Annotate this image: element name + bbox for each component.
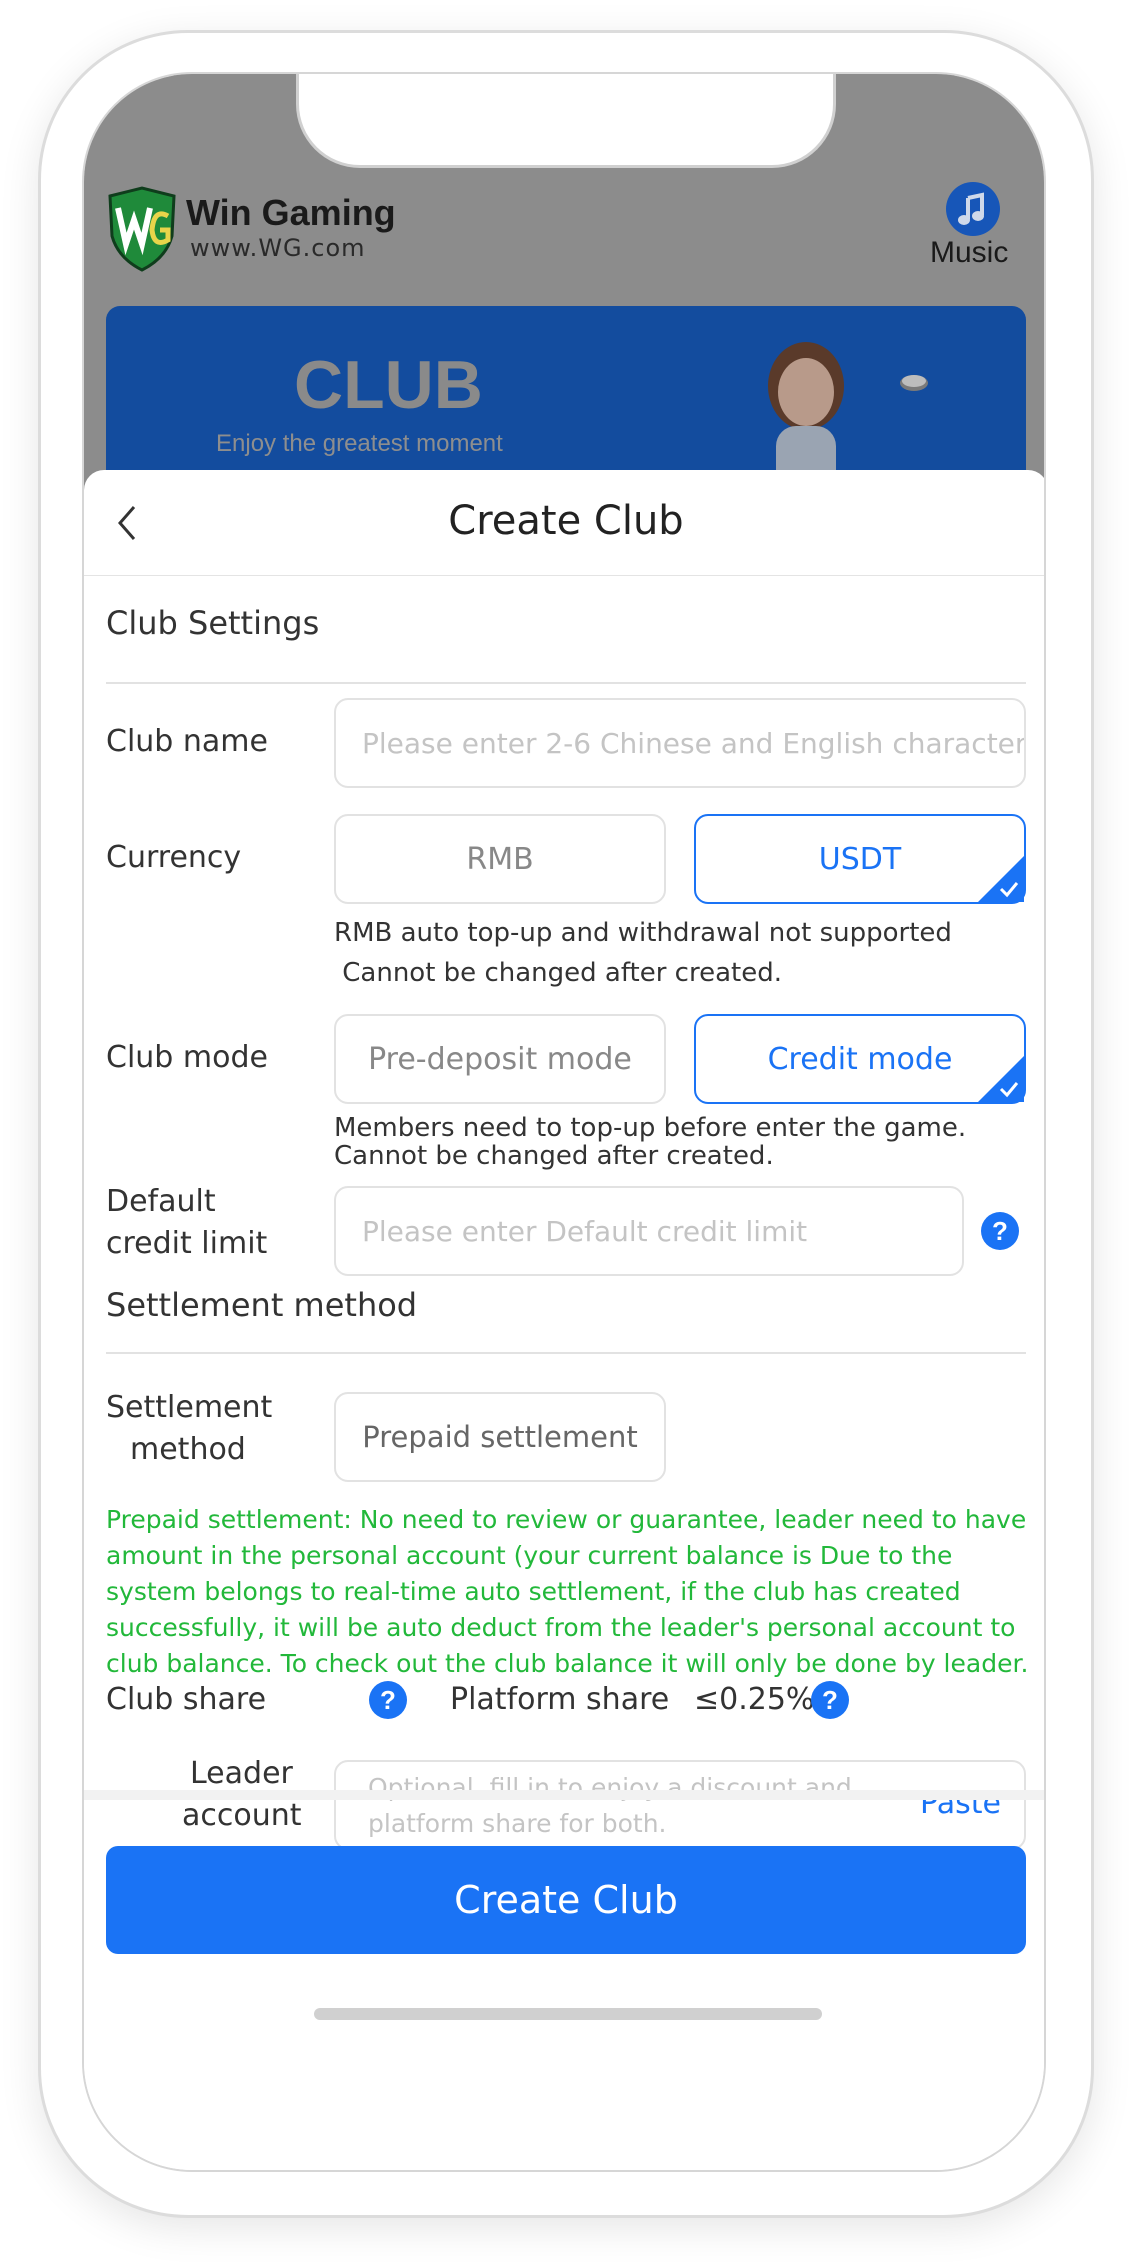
club-mode-option-label: Pre-deposit mode: [368, 1041, 632, 1077]
home-indicator: [314, 2008, 822, 2020]
currency-label: Currency: [106, 840, 242, 875]
currency-option-usdt[interactable]: USDT: [694, 814, 1026, 904]
music-label[interactable]: Music: [930, 236, 1008, 270]
club-mode-label: Club mode: [106, 1040, 268, 1075]
currency-option-label: USDT: [818, 841, 902, 877]
brand-url: www.WG.com: [190, 234, 366, 262]
currency-option-rmb[interactable]: RMB: [334, 814, 666, 904]
platform-share-value: ≤0.25%: [694, 1682, 815, 1717]
brand-name: Win Gaming: [186, 192, 396, 233]
checkmark-icon: [978, 1056, 1024, 1102]
club-mode-option-credit[interactable]: Credit mode: [694, 1014, 1026, 1104]
help-icon[interactable]: ?: [981, 1212, 1019, 1250]
create-club-sheet: Create Club Club Settings Club name Plea…: [84, 470, 1044, 2170]
create-club-button[interactable]: Create Club: [106, 1846, 1026, 1954]
divider: [106, 1352, 1026, 1354]
chip-icon: [900, 375, 928, 391]
phone-notch: [296, 74, 836, 168]
club-share-label: Club share: [106, 1682, 267, 1717]
settlement-label-line2: method: [130, 1432, 246, 1467]
currency-note-line2: Cannot be changed after created.: [334, 958, 782, 988]
settlement-label-line1: Settlement: [106, 1390, 273, 1425]
club-name-label: Club name: [106, 724, 268, 759]
club-mode-note-line2: Cannot be changed after created.: [334, 1141, 774, 1171]
sheet-header: Create Club: [84, 470, 1044, 576]
default-credit-limit-placeholder: Please enter Default credit limit: [362, 1214, 808, 1248]
banner-subtitle: Enjoy the greatest moment: [216, 430, 503, 457]
default-credit-limit-label-line2: credit limit: [106, 1226, 268, 1261]
currency-note-line1: RMB auto top-up and withdrawal not suppo…: [334, 918, 952, 948]
page-title: Create Club: [448, 498, 684, 544]
leader-account-label-line2: account: [182, 1798, 302, 1833]
checkmark-icon: [978, 856, 1024, 902]
divider: [106, 682, 1026, 684]
default-credit-limit-label-line1: Default: [106, 1184, 216, 1219]
settlement-option-label: Prepaid settlement: [362, 1420, 638, 1454]
wg-logo-icon: [108, 186, 176, 272]
club-name-input[interactable]: Please enter 2-6 Chinese and English cha…: [334, 698, 1026, 788]
footer-separator: [84, 1790, 1044, 1800]
settlement-note: Prepaid settlement: No need to review or…: [106, 1505, 1029, 1678]
phone-screen: Win Gaming www.WG.com Music CLUB Enjoy t…: [82, 72, 1046, 2172]
section-title-club-settings: Club Settings: [106, 604, 320, 642]
currency-option-label: RMB: [466, 841, 534, 877]
platform-share-label: Platform share: [450, 1682, 670, 1717]
banner-title: CLUB: [294, 347, 483, 423]
platform-share-help-icon[interactable]: ?: [811, 1681, 849, 1719]
section-title-settlement: Settlement method: [106, 1286, 418, 1324]
default-credit-limit-input[interactable]: Please enter Default credit limit: [334, 1186, 964, 1276]
music-note-icon[interactable]: [946, 182, 1000, 236]
club-mode-option-label: Credit mode: [767, 1041, 953, 1077]
club-mode-note-line1: Members need to top-up before enter the …: [334, 1113, 967, 1143]
club-mode-option-pre-deposit[interactable]: Pre-deposit mode: [334, 1014, 666, 1104]
club-name-placeholder: Please enter 2-6 Chinese and English cha…: [362, 726, 1026, 760]
club-share-help-icon[interactable]: ?: [369, 1681, 407, 1719]
settlement-option-prepaid[interactable]: Prepaid settlement: [334, 1392, 666, 1482]
